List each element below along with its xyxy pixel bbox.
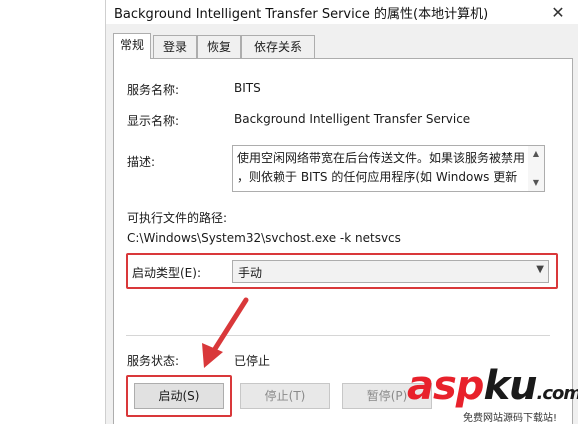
chevron-down-icon: ▼ bbox=[536, 264, 544, 275]
description-scrollbar[interactable]: ▲ ▼ bbox=[528, 146, 544, 191]
tab-dependencies[interactable]: 依存关系 bbox=[241, 35, 315, 58]
watermark-subtitle: 免费网站源码下载站! bbox=[463, 413, 558, 424]
stop-button[interactable]: 停止(T) bbox=[240, 383, 330, 409]
startup-type-select[interactable]: 手动 ▼ bbox=[232, 260, 549, 283]
description-text: 使用空闲网络带宽在后台传送文件。如果该服务被禁用 ，则依赖于 BITS 的任何应… bbox=[237, 151, 526, 184]
start-button[interactable]: 启动(S) bbox=[134, 383, 224, 409]
service-status-label: 服务状态: bbox=[127, 354, 180, 368]
window-title: Background Intelligent Transfer Service … bbox=[114, 7, 489, 22]
service-properties-dialog: Background Intelligent Transfer Service … bbox=[105, 0, 578, 424]
tab-general[interactable]: 常规 bbox=[113, 33, 151, 59]
tab-logon[interactable]: 登录 bbox=[153, 35, 197, 58]
startup-type-value: 手动 bbox=[238, 266, 263, 280]
tab-recovery[interactable]: 恢复 bbox=[197, 35, 241, 58]
exe-path-label: 可执行文件的路径: bbox=[127, 211, 228, 225]
display-name-label: 显示名称: bbox=[127, 114, 180, 128]
display-name-value: Background Intelligent Transfer Service bbox=[234, 112, 471, 126]
exe-path-value: C:\Windows\System32\svchost.exe -k netsv… bbox=[127, 231, 401, 245]
description-textbox[interactable]: 使用空闲网络带宽在后台传送文件。如果该服务被禁用 ，则依赖于 BITS 的任何应… bbox=[232, 145, 545, 192]
service-status-value: 已停止 bbox=[234, 354, 271, 368]
close-icon: ✕ bbox=[551, 2, 565, 22]
service-name-value: BITS bbox=[234, 81, 261, 95]
watermark-logo: aspku.com 免费网站源码下载站! bbox=[405, 363, 578, 424]
startup-type-label: 启动类型(E): bbox=[132, 266, 201, 280]
scroll-up-icon[interactable]: ▲ bbox=[528, 147, 544, 161]
service-name-label: 服务名称: bbox=[127, 83, 180, 97]
description-label: 描述: bbox=[127, 155, 156, 169]
separator bbox=[126, 335, 550, 336]
watermark-text: aspku.com bbox=[407, 363, 578, 409]
background-left bbox=[0, 0, 105, 424]
scroll-down-icon[interactable]: ▼ bbox=[528, 176, 544, 190]
close-button[interactable]: ✕ bbox=[538, 0, 578, 24]
title-bar: Background Intelligent Transfer Service … bbox=[106, 0, 578, 24]
